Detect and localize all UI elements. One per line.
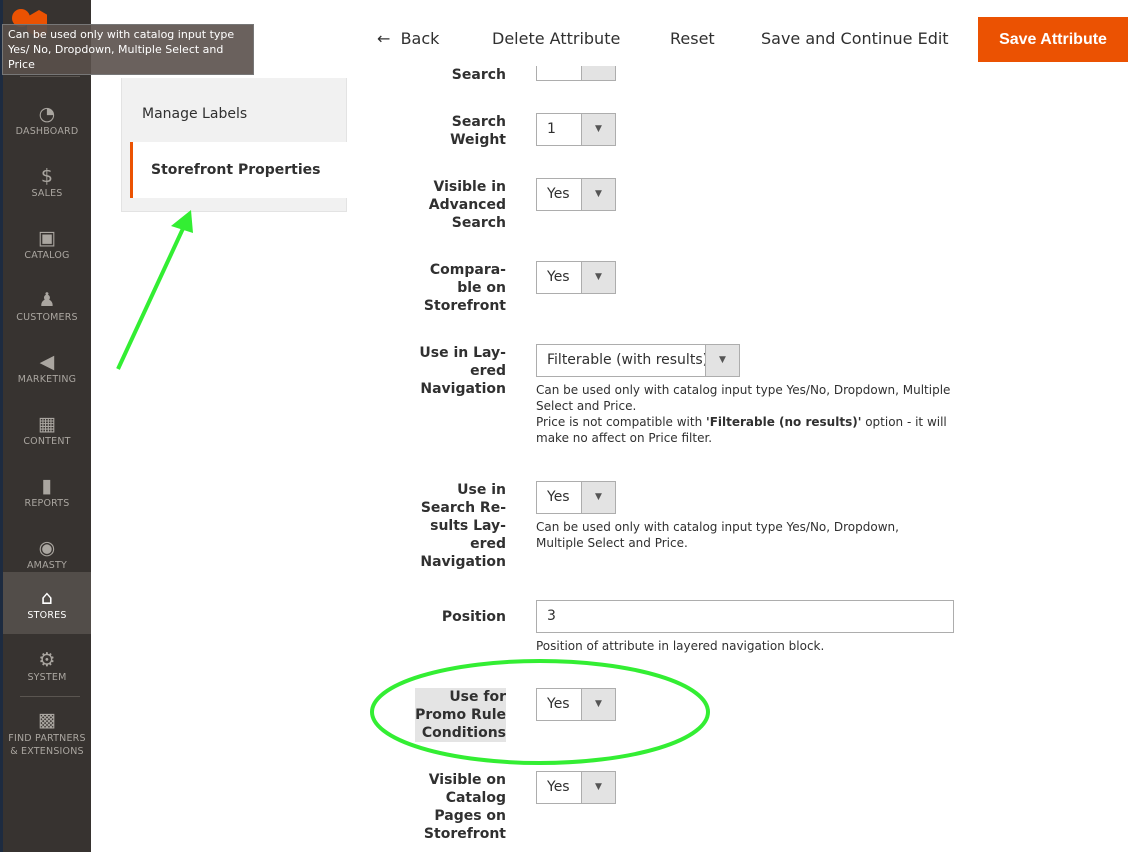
promo-rule-select[interactable]: Yes ▼ <box>536 688 616 721</box>
delete-attribute-button[interactable]: Delete Attribute <box>492 29 620 48</box>
search-label-cut: Search <box>451 67 506 80</box>
value: Yes <box>547 489 570 505</box>
gear-icon: ⚙ <box>38 649 56 671</box>
value: Yes <box>547 696 570 712</box>
note-bold: 'Filterable (no results)' <box>706 415 862 429</box>
sidebar-item-content[interactable]: ▦ CONTENT <box>3 398 91 460</box>
tooltip: Can be used only with catalog input type… <box>2 24 254 75</box>
sidebar-item-dashboard[interactable]: ◔ DASHBOARD <box>3 88 91 150</box>
visible-advanced-search-select[interactable]: Yes ▼ <box>536 178 616 211</box>
sidebar-item-label: CATALOG <box>24 250 70 261</box>
search-layered-label: Use in Search Re- sults Lay- ered Naviga… <box>420 482 506 570</box>
sidebar-item-label: SYSTEM <box>27 672 67 683</box>
chevron-down-icon: ▼ <box>705 345 739 376</box>
search-weight-select[interactable]: 1 ▼ <box>536 113 616 146</box>
comparable-label: Compara- ble on Storefront <box>423 262 506 314</box>
position-note: Position of attribute in layered navigat… <box>536 639 825 653</box>
sidebar-item-label: SALES <box>31 188 63 199</box>
position-input[interactable]: 3 <box>536 600 954 633</box>
sidebar-item-customers[interactable]: ♟ CUSTOMERS <box>3 274 91 336</box>
chevron-down-icon: ▼ <box>581 179 615 210</box>
reset-button[interactable]: Reset <box>670 29 715 48</box>
promo-rule-label: Use for Promo Rule Conditions <box>415 688 506 742</box>
sidebar-item-label: STORES <box>27 610 67 621</box>
value: Yes <box>547 186 570 202</box>
note-line: Price is not compatible with <box>536 415 707 429</box>
attribute-tabs: Manage Labels Storefront Properties <box>121 78 347 212</box>
megaphone-icon: ◀ <box>39 351 55 373</box>
value: Yes <box>547 779 570 795</box>
comparable-select[interactable]: Yes ▼ <box>536 261 616 294</box>
sidebar-item-stores[interactable]: ⌂ STORES <box>3 572 91 634</box>
value: Filterable (with results) <box>547 352 709 368</box>
bar-chart-icon: ▮ <box>41 475 53 497</box>
search-select-cut[interactable] <box>536 66 616 81</box>
search-layered-note: Can be used only with catalog input type… <box>536 520 899 550</box>
amasty-icon: ◉ <box>38 537 56 559</box>
sidebar-item-label: DASHBOARD <box>15 126 79 137</box>
annotation-arrow <box>116 221 188 370</box>
sidebar-item-catalog[interactable]: ▣ CATALOG <box>3 212 91 274</box>
arrow-left-icon: ← <box>377 29 391 48</box>
save-attribute-button[interactable]: Save Attribute <box>978 17 1128 62</box>
sidebar-item-label: AMASTY <box>26 560 68 571</box>
sidebar-item-label: CUSTOMERS <box>16 312 78 323</box>
sidebar-item-label: MARKETING <box>17 374 77 385</box>
arrow-head-icon <box>171 210 193 233</box>
save-continue-button[interactable]: Save and Continue Edit <box>761 29 949 48</box>
visible-catalog-label: Visible on Catalog Pages on Storefront <box>423 772 506 842</box>
person-icon: ♟ <box>38 289 56 311</box>
visible-advanced-search-label: Visible in Advanced Search <box>428 179 506 231</box>
layered-navigation-select[interactable]: Filterable (with results) ▼ <box>536 344 740 377</box>
sidebar-item-system[interactable]: ⚙ SYSTEM <box>3 634 91 696</box>
storefront-icon: ⌂ <box>40 587 54 609</box>
sidebar-item-reports[interactable]: ▮ REPORTS <box>3 460 91 522</box>
layered-navigation-label: Use in Lay- ered Navigation <box>419 345 506 397</box>
chevron-down-icon: ▼ <box>581 772 615 803</box>
chevron-down-icon: ▼ <box>581 262 615 293</box>
divider <box>20 76 80 77</box>
sidebar-item-marketing[interactable]: ◀ MARKETING <box>3 336 91 398</box>
value: 1 <box>547 121 556 137</box>
search-weight-label: Search Weight <box>450 114 506 148</box>
sidebar-item-label: FIND PARTNERS & EXTENSIONS <box>8 733 86 757</box>
admin-sidebar: ◔ DASHBOARD $ SALES ▣ CATALOG ♟ CUSTOMERS ◀ MARKE… <box>0 0 91 852</box>
note-line: Can be used only with catalog input type… <box>536 383 951 413</box>
chevron-down-icon: ▼ <box>581 114 615 145</box>
dashboard-icon: ◔ <box>38 103 56 125</box>
sidebar-item-sales[interactable]: $ SALES <box>3 150 91 212</box>
layout-icon: ▦ <box>37 413 57 435</box>
position-label: Position <box>441 609 506 625</box>
tab-storefront-properties[interactable]: Storefront Properties <box>130 142 347 198</box>
dollar-icon: $ <box>40 165 54 187</box>
visible-catalog-select[interactable]: Yes ▼ <box>536 771 616 804</box>
sidebar-item-label: REPORTS <box>24 498 70 509</box>
box-icon: ▣ <box>37 227 57 249</box>
back-button[interactable]: ← Back <box>377 29 439 48</box>
chevron-down-icon: ▼ <box>581 482 615 513</box>
search-layered-select[interactable]: Yes ▼ <box>536 481 616 514</box>
value: Yes <box>547 269 570 285</box>
back-label: Back <box>400 29 440 48</box>
tab-manage-labels[interactable]: Manage Labels <box>122 86 347 142</box>
sidebar-item-label: CONTENT <box>23 436 71 447</box>
sidebar-item-find[interactable]: ▩ FIND PARTNERS & EXTENSIONS <box>3 700 91 762</box>
lego-brick-icon: ▩ <box>37 709 57 731</box>
divider <box>20 696 80 697</box>
chevron-down-icon: ▼ <box>581 689 615 720</box>
layered-note: Can be used only with catalog input type… <box>536 382 956 446</box>
